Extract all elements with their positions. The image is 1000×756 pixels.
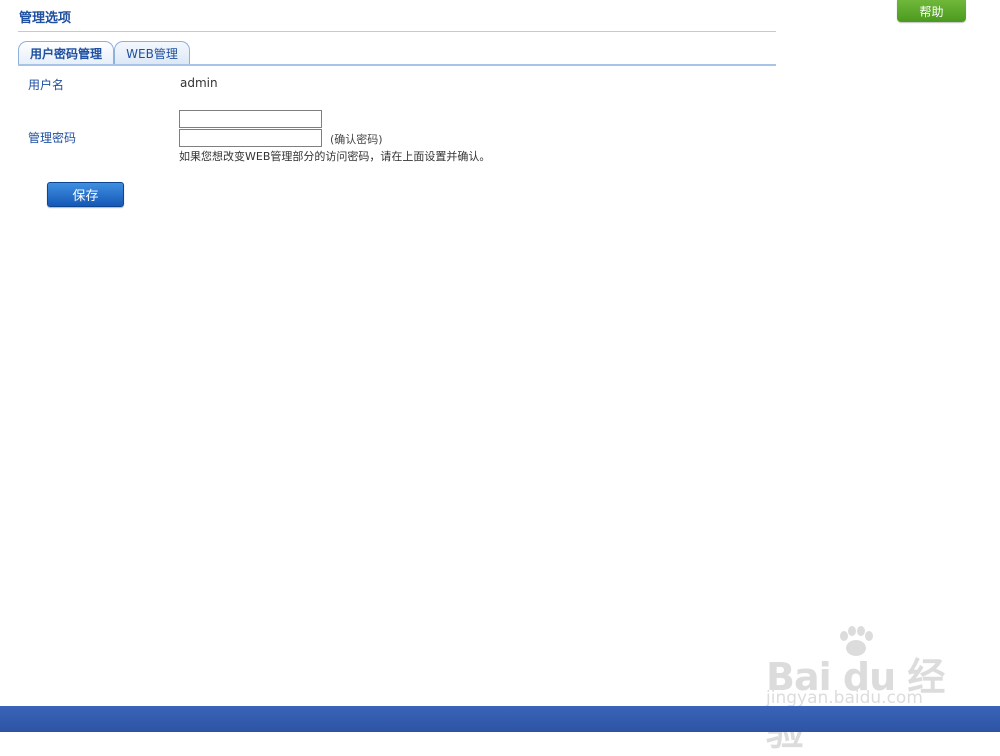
tab-web-management[interactable]: WEB管理 (114, 41, 190, 64)
save-button[interactable]: 保存 (47, 182, 124, 207)
help-button[interactable]: 帮助 (897, 0, 966, 22)
password-label: 管理密码 (28, 131, 77, 145)
footer-bar (0, 706, 1000, 732)
page-title: 管理选项 (19, 11, 72, 26)
tab-divider (18, 64, 776, 66)
watermark-url: jingyan.baidu.com (766, 688, 923, 708)
username-label: 用户名 (28, 78, 65, 92)
password-hint: 如果您想改变WEB管理部分的访问密码，请在上面设置并确认。 (179, 150, 491, 163)
confirm-password-input[interactable] (179, 129, 322, 147)
username-value: admin (180, 76, 218, 90)
watermark-brand: Bai du 经验 (766, 655, 945, 754)
password-input[interactable] (179, 110, 322, 128)
tab-user-password[interactable]: 用户密码管理 (18, 41, 114, 64)
paw-icon (840, 626, 873, 656)
title-divider (18, 31, 776, 32)
confirm-password-note: (确认密码) (330, 133, 383, 146)
baidu-jingyan-watermark: Bai du 经验 jingyan.baidu.com (766, 626, 946, 754)
